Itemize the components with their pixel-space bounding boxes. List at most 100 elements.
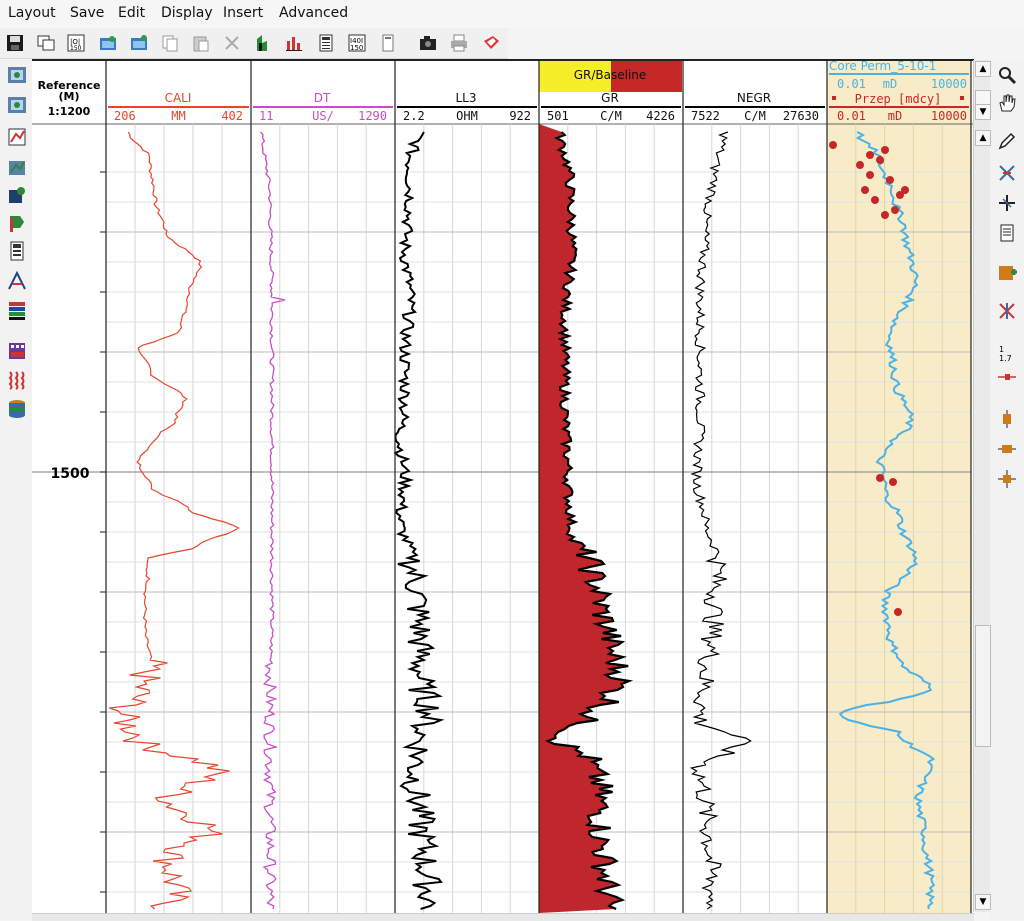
- crossplot-icon[interactable]: [6, 270, 28, 292]
- cross-black-icon[interactable]: [996, 192, 1018, 214]
- depth-label-1500: 1500: [51, 466, 90, 482]
- lithology-icon[interactable]: [6, 340, 28, 362]
- przep-unit: mD: [888, 109, 902, 123]
- vertical-scrollbar[interactable]: ▲ ▼ ▲ ▼: [973, 60, 991, 912]
- cali-header-name: CALI: [165, 91, 192, 105]
- core-perm-unit: mD: [883, 77, 897, 91]
- ll3-header-max: 922: [509, 109, 531, 123]
- zoom-icon[interactable]: [996, 64, 1018, 86]
- przep-point: [889, 478, 897, 486]
- menu-insert[interactable]: Insert: [223, 5, 263, 21]
- move-horizontal-icon[interactable]: [996, 438, 1018, 460]
- marker-line-icon[interactable]: [996, 366, 1018, 388]
- calculator-icon[interactable]: [316, 33, 336, 53]
- well-icon[interactable]: [6, 64, 28, 86]
- split-icon[interactable]: [996, 300, 1018, 322]
- gr-fill: [539, 124, 630, 913]
- przep-point: [901, 186, 909, 194]
- column-icon[interactable]: [378, 33, 398, 53]
- pan-hand-icon[interactable]: [996, 92, 1018, 114]
- przep-point: [856, 161, 864, 169]
- przep-point: [896, 191, 904, 199]
- menu-layout[interactable]: Layout: [8, 5, 56, 21]
- negr-curve: [689, 131, 752, 910]
- svg-text:1.7: 1.7: [999, 354, 1012, 363]
- track-chart-icon[interactable]: [6, 126, 28, 148]
- przep-point: [876, 156, 884, 164]
- menu-display[interactable]: Display: [161, 5, 213, 21]
- przep-min: 0.01: [837, 109, 866, 123]
- dt-header-unit: US/: [312, 109, 334, 123]
- pencil-icon[interactable]: [996, 130, 1018, 152]
- svg-text:1: 1: [999, 345, 1004, 354]
- core-perm-min: 0.01: [837, 77, 866, 91]
- menu-edit[interactable]: Edit: [118, 5, 145, 21]
- scale-icon[interactable]: 1 1.7: [996, 342, 1018, 364]
- wave-icon[interactable]: [6, 368, 28, 390]
- menu-save[interactable]: Save: [70, 5, 104, 21]
- open-folder-icon[interactable]: [98, 33, 118, 53]
- well-log-plot[interactable]: Reference(M) 1:1200 1500 CALI 206 MM 402 DT 11 US…: [0, 0, 1024, 920]
- export-icon[interactable]: [481, 33, 501, 53]
- save-icon[interactable]: [5, 33, 25, 53]
- scroll-thumb[interactable]: [975, 625, 991, 747]
- log-150b-icon[interactable]: I40I 150: [347, 33, 367, 53]
- track-chart-add-icon[interactable]: [6, 156, 28, 178]
- core-perm-curve: [838, 131, 936, 910]
- add-track-icon[interactable]: [996, 262, 1018, 284]
- dt-header-max: 1290: [358, 109, 387, 123]
- bar-chart-icon[interactable]: [284, 33, 304, 53]
- przep-point: [861, 186, 869, 194]
- gr-header-name: GR: [601, 91, 619, 105]
- settings-track-icon[interactable]: [6, 184, 28, 206]
- save-folder-icon[interactable]: [129, 33, 149, 53]
- cali-header-max: 402: [221, 109, 243, 123]
- scroll-down-button-2[interactable]: ▼: [975, 894, 991, 910]
- core-perm-max: 10000: [931, 77, 967, 91]
- ll3-header-unit: OHM: [456, 109, 478, 123]
- przep-name: Przep [mdcy]: [855, 92, 942, 106]
- document-icon[interactable]: [996, 222, 1018, 244]
- ll3-header-min: 2.2: [403, 109, 425, 123]
- delete-icon[interactable]: [222, 33, 242, 53]
- dt-curve: [260, 131, 286, 910]
- paste-icon[interactable]: [191, 33, 211, 53]
- ll3-header-name: LL3: [455, 91, 476, 105]
- right-tool-strip: ▲ ▼ ▲ ▼ 1 1.7: [973, 60, 1024, 920]
- scroll-down-button[interactable]: ▼: [975, 104, 991, 120]
- menu-advanced[interactable]: Advanced: [279, 5, 348, 21]
- print-icon[interactable]: [449, 33, 469, 53]
- calculator-strip-icon[interactable]: [6, 240, 28, 262]
- copy-icon[interactable]: [160, 33, 180, 53]
- cali-header-unit: MM: [171, 109, 185, 123]
- log-150-icon[interactable]: |O| 150: [66, 33, 86, 53]
- negr-header-unit: C/M: [744, 109, 766, 123]
- gr-baseline-banner: GR/Baseline: [574, 68, 647, 82]
- box-plot-icon[interactable]: [996, 408, 1018, 430]
- color-stripes-icon[interactable]: [6, 300, 28, 322]
- reference-title: Reference: [38, 79, 101, 92]
- przep-point: [866, 151, 874, 159]
- przep-point: [866, 171, 874, 179]
- przep-max: 10000: [931, 109, 967, 123]
- database-icon[interactable]: [6, 398, 28, 420]
- scroll-up-button-2[interactable]: ▲: [975, 130, 991, 146]
- przep-legend-marker: [832, 96, 836, 100]
- negr-header-min: 7522: [691, 109, 720, 123]
- cross-red-icon[interactable]: [996, 162, 1018, 184]
- marker-icon[interactable]: [6, 212, 28, 234]
- svg-text:150: 150: [70, 45, 82, 52]
- ll3-curve: [393, 131, 445, 910]
- move-all-icon[interactable]: [996, 468, 1018, 490]
- przep-point: [886, 176, 894, 184]
- przep-legend-marker-right: [960, 96, 964, 100]
- przep-point: [881, 146, 889, 154]
- well-plot-icon[interactable]: [253, 33, 273, 53]
- camera-icon[interactable]: [418, 33, 438, 53]
- przep-point: [891, 206, 899, 214]
- scroll-up-button[interactable]: ▲: [975, 61, 991, 77]
- przep-point: [829, 141, 837, 149]
- well-add-icon[interactable]: [6, 94, 28, 116]
- copy-window-icon[interactable]: [36, 33, 56, 53]
- dt-header-min: 11: [259, 109, 273, 123]
